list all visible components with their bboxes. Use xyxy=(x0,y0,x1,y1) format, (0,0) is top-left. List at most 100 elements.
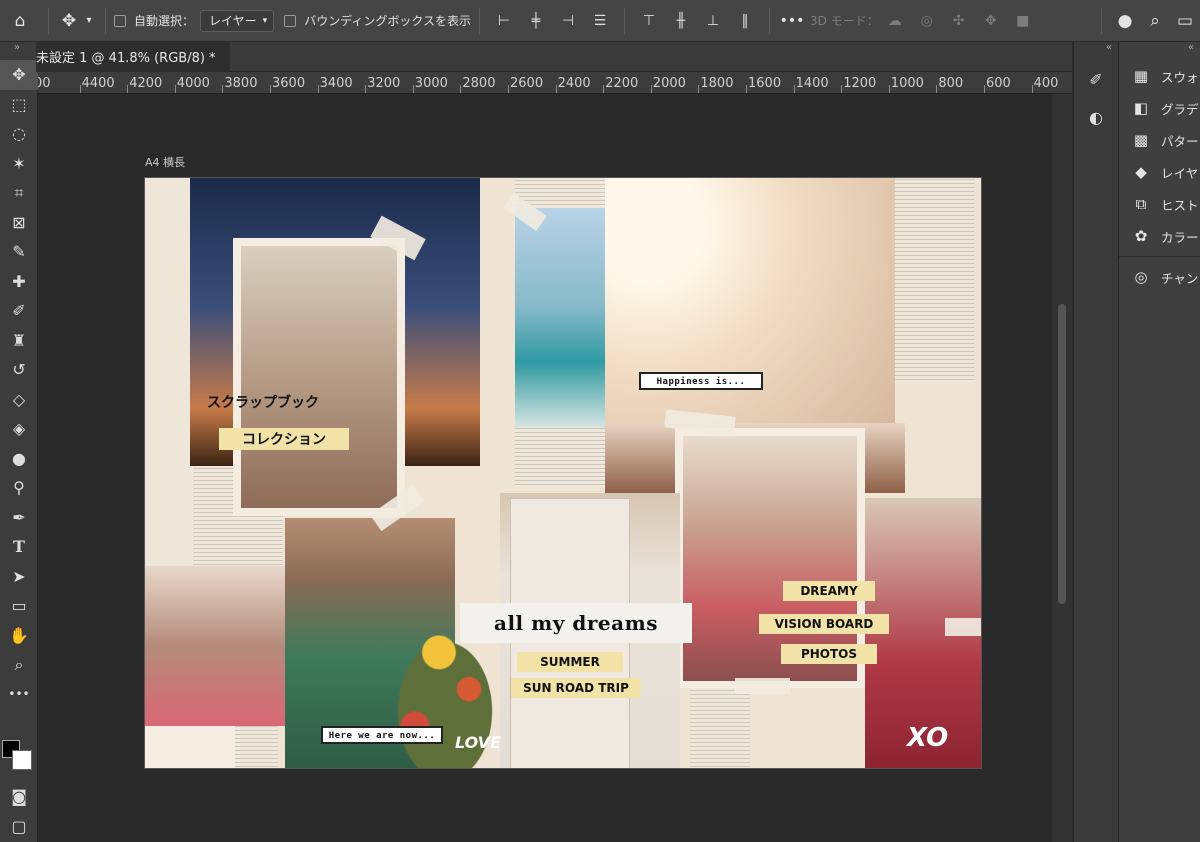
jp-title-line2: コレクション xyxy=(219,428,349,450)
ruler-tick xyxy=(222,85,224,93)
vertical-scrollbar[interactable] xyxy=(1052,94,1072,842)
ruler-label: 3200 xyxy=(367,76,401,91)
divider xyxy=(624,7,625,34)
frame-tool-icon[interactable]: ⊠ xyxy=(0,208,38,238)
ruler-tick xyxy=(555,85,557,93)
rectangle-tool-icon[interactable]: ▭ xyxy=(0,591,38,621)
magic-wand-icon[interactable]: ✶ xyxy=(0,149,38,179)
ruler-label: 600 xyxy=(986,76,1011,91)
chevron-down-icon[interactable]: ▾ xyxy=(81,15,97,26)
eyedropper-icon[interactable]: ✎ xyxy=(0,237,38,267)
type-tool-icon[interactable]: T xyxy=(0,532,38,562)
scroll-thumb[interactable] xyxy=(1058,304,1066,604)
path-selection-icon[interactable]: ➤ xyxy=(0,562,38,592)
ruler-label: 400 xyxy=(1033,76,1059,91)
ruler-tick xyxy=(1031,85,1033,93)
clone-stamp-icon[interactable]: ♜ xyxy=(0,326,38,356)
chevron-down-icon: ▾ xyxy=(262,15,268,26)
jp-title-line1: スクラップブック xyxy=(207,395,319,411)
align-center-h-icon[interactable]: ╪ xyxy=(520,13,552,29)
crop-tool-icon[interactable]: ⌗ xyxy=(0,178,38,208)
orbit-3d-icon[interactable]: ☁ xyxy=(879,13,911,29)
distribute-v-icon[interactable]: ‖ xyxy=(729,13,761,29)
panel-patterns[interactable]: ▩ パター xyxy=(1119,124,1200,156)
paper-scrap xyxy=(145,726,235,768)
healing-brush-icon[interactable]: ✚ xyxy=(0,267,38,297)
toolbar-collapse-icon[interactable]: » xyxy=(0,42,37,60)
blur-tool-icon[interactable]: ● xyxy=(0,444,38,474)
bounding-box-checkbox[interactable] xyxy=(284,14,297,27)
more-options-icon[interactable]: ••• xyxy=(778,13,806,29)
ruler-label: 3800 xyxy=(224,76,258,91)
search-icon[interactable]: ⌕ xyxy=(1140,11,1170,31)
panel-gradients[interactable]: ◧ グラデ xyxy=(1119,92,1200,124)
document-tab[interactable]: 未設定 1 @ 41.8% (RGB/8) * xyxy=(36,42,230,72)
pen-tool-icon[interactable]: ✒ xyxy=(0,503,38,533)
ruler-label: 1800 xyxy=(700,76,734,91)
user-account-icon[interactable]: ● xyxy=(1110,11,1140,31)
brush-settings-icon[interactable]: ✐ xyxy=(1074,60,1118,98)
align-top-icon[interactable]: ⊤ xyxy=(633,13,665,29)
paint-bucket-icon[interactable]: ◈ xyxy=(0,414,38,444)
dodge-tool-icon[interactable]: ⚲ xyxy=(0,473,38,503)
distribute-h-icon[interactable]: ☰ xyxy=(584,13,616,29)
ruler-label: 2400 xyxy=(557,76,591,91)
history-brush-icon[interactable]: ↺ xyxy=(0,355,38,385)
home-icon[interactable]: ⌂ xyxy=(0,0,40,42)
align-middle-v-icon[interactable]: ╫ xyxy=(665,13,697,29)
panel-color[interactable]: ✿ カラー xyxy=(1119,220,1200,252)
align-bottom-icon[interactable]: ⊥ xyxy=(697,13,729,29)
lasso-tool-icon[interactable]: ◌ xyxy=(0,119,38,149)
background-color-swatch[interactable] xyxy=(12,750,32,770)
move-tool-icon[interactable]: ✥ xyxy=(57,11,81,31)
ruler-label: 1000 xyxy=(890,76,924,91)
quick-mask-icon[interactable]: ◙ xyxy=(0,782,38,812)
panel-label: カラー xyxy=(1161,229,1199,245)
pattern-icon: ▩ xyxy=(1133,131,1149,149)
panel-collapse-icon[interactable]: « xyxy=(1074,42,1118,60)
panel-swatches[interactable]: ▦ スウォ xyxy=(1119,60,1200,92)
pan-3d-icon[interactable]: ✣ xyxy=(943,13,975,29)
vision-board-label: VISION BOARD xyxy=(759,614,889,634)
panel-history[interactable]: ⧉ ヒスト xyxy=(1119,188,1200,220)
ruler-tick xyxy=(888,85,890,93)
workspace-icon[interactable]: ▭ xyxy=(1170,11,1200,31)
hand-tool-icon[interactable]: ✋ xyxy=(0,621,38,651)
gradient-icon: ◧ xyxy=(1133,99,1149,117)
panel-layers[interactable]: ◆ レイヤ xyxy=(1119,156,1200,188)
panel-label: ヒスト xyxy=(1161,197,1199,213)
ruler-label: 2600 xyxy=(510,76,544,91)
panel-channels[interactable]: ◎ チャン xyxy=(1119,261,1200,293)
ruler-label: 00 xyxy=(38,76,51,91)
move-tool-icon[interactable]: ✥ xyxy=(0,60,38,90)
divider xyxy=(105,7,106,34)
slide-3d-icon[interactable]: ✥ xyxy=(975,13,1007,29)
align-right-icon[interactable]: ⊣ xyxy=(552,13,584,29)
ruler-tick xyxy=(508,85,509,93)
photo-girl-portrait xyxy=(241,246,397,508)
ruler-tick xyxy=(270,85,271,93)
screen-mode-icon[interactable]: ▢ xyxy=(0,812,38,842)
roll-3d-icon[interactable]: ◎ xyxy=(911,13,943,29)
eraser-icon[interactable]: ◇ xyxy=(0,385,38,415)
panel-label: スウォ xyxy=(1161,69,1199,85)
align-left-icon[interactable]: ⊢ xyxy=(488,13,520,29)
auto-select-checkbox[interactable] xyxy=(114,14,126,27)
ruler-tick xyxy=(984,85,985,93)
zoom-tool-icon[interactable]: ⌕ xyxy=(0,650,38,680)
brush-tool-icon[interactable]: ✐ xyxy=(0,296,38,326)
tools-panel: » ✥ ⬚ ◌ ✶ ⌗ ⊠ ✎ ✚ ✐ ♜ ↺ ◇ ◈ ● ⚲ ✒ T ➤ ▭ … xyxy=(0,42,38,842)
artboard-canvas[interactable]: スクラップブック コレクション Happiness is... all my d… xyxy=(144,177,982,769)
scale-3d-icon[interactable]: ■ xyxy=(1007,13,1039,29)
ruler-tick xyxy=(174,85,176,93)
more-tools-icon[interactable]: ••• xyxy=(0,680,38,710)
photo-vintage-van xyxy=(515,208,605,428)
artboard-label[interactable]: A4 横長 xyxy=(145,154,185,170)
auto-select-dropdown[interactable]: レイヤー ▾ xyxy=(200,9,275,32)
adjustments-icon[interactable]: ◐ xyxy=(1074,98,1118,136)
ruler-tick xyxy=(746,85,747,93)
ruler-tick xyxy=(793,85,795,93)
panel-collapse-icon[interactable]: « xyxy=(1119,42,1200,60)
marquee-tool-icon[interactable]: ⬚ xyxy=(0,90,38,120)
horizontal-ruler[interactable]: 00 4400 4200 4000 3800 3600 3400 3200 3000 2800 26… xyxy=(38,72,1072,94)
